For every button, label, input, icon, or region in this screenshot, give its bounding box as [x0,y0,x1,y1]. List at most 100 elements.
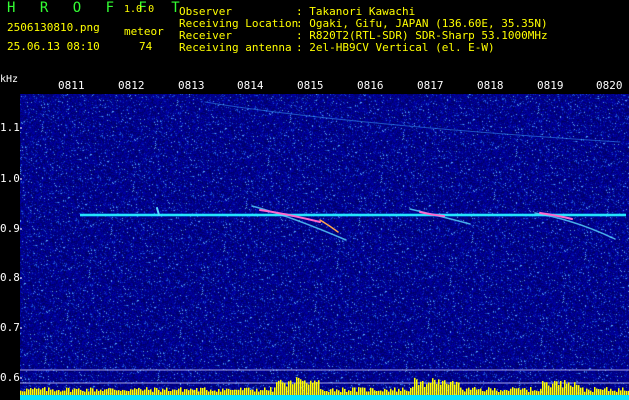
level-bar-segment [132,389,134,395]
level-bar-segment [142,390,144,395]
level-bar-segment [140,389,142,395]
level-bar-segment [198,391,200,395]
level-bar-segment [492,390,494,395]
level-bar-segment [490,388,492,395]
level-bar-segment [170,391,172,395]
level-bar-segment [428,382,430,395]
level-bar-segment [494,388,496,395]
level-bar-segment [446,383,448,395]
y-tick-label: 0.9 [0,222,20,235]
level-bar-segment [402,387,404,395]
level-bar-segment [312,382,314,395]
level-bar-segment [570,385,572,395]
level-bar-segment [38,388,40,395]
level-bar-segment [508,390,510,395]
level-bar-segment [368,391,370,395]
level-bar-segment [80,389,82,395]
level-bar-segment [326,391,328,395]
level-bar-segment [478,389,480,395]
level-bar-segment [176,390,178,395]
level-bar-segment [522,388,524,395]
level-bar-segment [148,389,150,395]
level-bar-segment [120,390,122,395]
level-bar-segment [486,389,488,395]
level-bar-segment [586,388,588,395]
level-bar-segment [62,390,64,395]
level-bar-segment [442,380,444,395]
level-bar-segment [598,389,600,395]
level-bar-segment [112,388,114,395]
level-bar-segment [448,384,450,395]
level-bar-segment [178,388,180,395]
x-tick-label: 0814 [237,79,264,92]
level-bar-segment [34,387,36,395]
level-bar-segment [624,390,626,395]
level-bar-segment [468,387,470,395]
level-bar-segment [252,389,254,395]
level-bar-segment [354,387,356,395]
level-bar-segment [26,388,28,395]
level-bar-segment [572,386,574,395]
level-bar-segment [612,390,614,395]
meteor-label: meteor [124,25,164,38]
level-bar-segment [370,387,372,395]
level-bar-segment [324,391,326,395]
level-bar-segment [72,389,74,395]
level-bar-segment [216,391,218,395]
level-bar-segment [440,384,442,395]
level-bar-segment [414,377,416,395]
level-bar-segment [320,389,322,395]
level-bar-segment [58,389,60,395]
level-bar-segment [386,389,388,395]
level-bar-segment [568,382,570,395]
level-bar-segment [286,386,288,395]
level-bar-segment [260,390,262,395]
level-bar-segment [452,380,454,395]
level-bar-segment [128,391,130,395]
level-bar-segment [450,381,452,395]
level-bar-segment [434,379,436,395]
level-bar-segment [578,385,580,395]
level-bar-segment [426,384,428,395]
level-bar-segment [350,390,352,395]
level-bar-segment [22,391,24,395]
level-bar-segment [116,390,118,395]
level-bar-segment [136,389,138,395]
level-bar-segment [36,388,38,395]
level-bar-segment [280,379,282,395]
level-bar-segment [528,391,530,395]
y-tick-marks [20,127,22,379]
level-bar-segment [318,380,320,395]
level-bar-segment [168,390,170,395]
level-bar-segment [330,389,332,395]
level-bar-segment [400,390,402,395]
level-bar-segment [230,389,232,395]
level-bar-segment [262,390,264,395]
level-bar-segment [160,391,162,395]
antenna-label: Receiving antenna [179,41,292,54]
level-bar-segment [294,383,296,395]
level-bar-segment [174,389,176,395]
level-bar-segment [272,391,274,395]
app-version: 1.0.0 [124,4,155,15]
level-bar-segment [122,389,124,395]
level-bar-segment [602,389,604,395]
level-bar-segment [238,389,240,395]
level-bar-segment [114,389,116,395]
level-bar-segment [242,390,244,395]
level-bar-segment [514,388,516,395]
level-bar-segment [524,388,526,395]
level-bar-segment [496,390,498,395]
level-bar-segment [204,387,206,395]
level-bar-segment [532,390,534,395]
level-bar-segment [258,391,260,395]
level-bar-segment [308,384,310,395]
spectrogram-overlay [20,101,629,400]
level-bar-segment [236,389,238,395]
level-bar-segment [64,390,66,395]
level-bar-segment [498,391,500,395]
level-bar-segment [392,390,394,395]
level-bar-segment [558,385,560,395]
level-bar-segment [432,378,434,395]
level-bar-segment [314,380,316,395]
